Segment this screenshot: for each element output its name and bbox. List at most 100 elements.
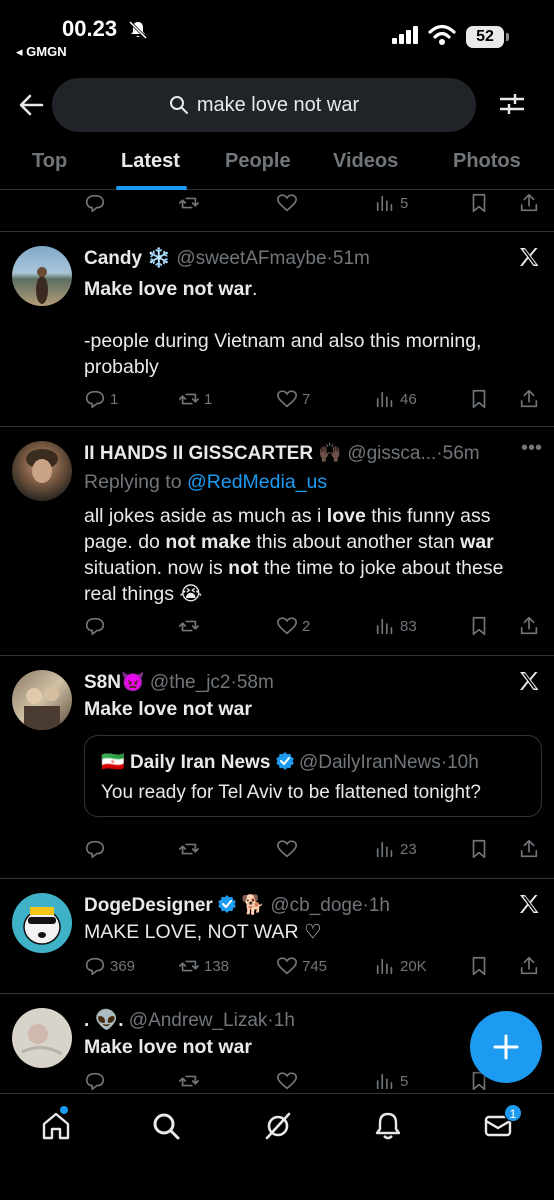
display-name[interactable]: S8N: [84, 672, 121, 693]
compose-post-button[interactable]: [470, 1011, 542, 1083]
avatar[interactable]: [12, 670, 72, 730]
repost-icon: [179, 843, 199, 855]
display-name[interactable]: II HANDS II GISSCARTER: [84, 443, 313, 464]
tweet-card[interactable]: II HANDS II GISSCARTER 🙌🏿 @gissca...·56m…: [0, 427, 554, 656]
reply-button[interactable]: 1: [84, 388, 118, 410]
user-handle[interactable]: @gissca...: [347, 443, 436, 464]
views-chart-icon: [376, 618, 393, 635]
heart-icon: [277, 617, 297, 635]
repost-button[interactable]: [178, 1070, 200, 1092]
repost-button[interactable]: [178, 838, 200, 860]
views-button[interactable]: 23: [374, 838, 417, 860]
quoted-tweet[interactable]: 🇮🇷 Daily Iran News @DailyIranNews·10h Yo…: [84, 735, 542, 817]
filter-sliders-icon[interactable]: [498, 90, 526, 118]
views-button[interactable]: 5: [374, 192, 408, 214]
like-button[interactable]: 745: [276, 955, 327, 977]
share-icon: [520, 956, 538, 975]
reply-button[interactable]: [84, 615, 106, 637]
display-name[interactable]: . 👽.: [84, 1010, 124, 1031]
share-button[interactable]: [518, 388, 540, 410]
views-count: 20K: [400, 957, 427, 975]
tweet-header: II HANDS II GISSCARTER 🙌🏿 @gissca...·56m: [84, 441, 480, 465]
repost-icon: [179, 960, 199, 972]
search-nav-icon[interactable]: [150, 1110, 182, 1142]
share-icon: [520, 616, 538, 635]
like-button[interactable]: [276, 838, 298, 860]
reply-button[interactable]: [84, 838, 106, 860]
views-button[interactable]: 46: [374, 388, 417, 410]
search-query: make love not war: [196, 93, 360, 116]
search-icon: [169, 96, 188, 114]
repost-icon: [179, 197, 199, 209]
reply-button[interactable]: [84, 192, 106, 214]
user-handle[interactable]: @Andrew_Lizak: [129, 1010, 268, 1031]
avatar-photo: [21, 1024, 63, 1056]
tweet-text-part: this about another stan: [250, 531, 461, 553]
share-button[interactable]: [518, 955, 540, 977]
tweet-card[interactable]: S8N👿 @the_jc2·58m Make love not war 🇮🇷 D…: [0, 656, 554, 879]
reply-button[interactable]: [84, 1070, 106, 1092]
tweet-text: MAKE LOVE, NOT WAR ♡: [84, 921, 322, 943]
user-handle[interactable]: @cb_doge: [270, 895, 362, 916]
share-icon: [520, 389, 538, 408]
back-to-app[interactable]: ◂ GMGN: [16, 44, 67, 60]
repost-button[interactable]: 1: [178, 388, 212, 410]
replying-to-handle[interactable]: @RedMedia_us: [187, 471, 327, 493]
like-button[interactable]: 2: [276, 615, 310, 637]
grok-icon[interactable]: [262, 1110, 294, 1142]
repost-button[interactable]: 138: [178, 955, 229, 977]
tweet-header: Candy ❄️ @sweetAFmaybe·51m: [84, 246, 370, 270]
verified-badge-icon: [275, 752, 294, 770]
search-input[interactable]: make love not war: [52, 78, 476, 132]
tweet-header: S8N👿 @the_jc2·58m: [84, 670, 274, 694]
like-button[interactable]: [276, 1070, 298, 1092]
avatar[interactable]: [12, 893, 72, 953]
user-handle[interactable]: @the_jc2: [150, 672, 231, 693]
reply-button[interactable]: 369: [84, 955, 135, 977]
home-icon[interactable]: [40, 1110, 72, 1142]
heart-icon: [277, 840, 297, 858]
bookmark-button[interactable]: [468, 192, 490, 214]
share-button[interactable]: [518, 615, 540, 637]
views-button[interactable]: 20K: [374, 955, 427, 977]
tweet-actions: 5: [84, 1070, 540, 1093]
bookmark-button[interactable]: [468, 838, 490, 860]
like-button[interactable]: 7: [276, 388, 310, 410]
repost-button[interactable]: [178, 615, 200, 637]
avatar[interactable]: [12, 1008, 72, 1068]
tab-top[interactable]: Top: [32, 150, 67, 173]
bookmark-icon: [472, 616, 486, 636]
reply-icon: [85, 617, 105, 636]
avatar-photo: [36, 267, 48, 304]
tweet-card[interactable]: DogeDesigner 🐕 @cb_doge·1h MAKE LOVE, NO…: [0, 879, 554, 994]
quoted-handle: @DailyIranNews: [298, 752, 441, 773]
more-options-icon[interactable]: •••: [521, 437, 542, 460]
views-button[interactable]: 5: [374, 1070, 408, 1092]
like-button[interactable]: [276, 192, 298, 214]
bookmark-button[interactable]: [468, 388, 490, 410]
display-name[interactable]: Candy: [84, 248, 142, 269]
bookmark-icon: [472, 193, 486, 213]
avatar[interactable]: [12, 246, 72, 306]
tab-photos[interactable]: Photos: [453, 150, 521, 173]
share-button[interactable]: [518, 838, 540, 860]
avatar[interactable]: [12, 441, 72, 501]
views-button[interactable]: 83: [374, 615, 417, 637]
bookmark-button[interactable]: [468, 955, 490, 977]
tweet-text-bold: Make love not war: [84, 278, 252, 300]
bookmark-button[interactable]: [468, 615, 490, 637]
tab-latest[interactable]: Latest: [121, 150, 180, 173]
share-button[interactable]: [518, 192, 540, 214]
tweet-actions: 2 83: [84, 615, 540, 639]
user-handle[interactable]: @sweetAFmaybe: [176, 248, 326, 269]
notifications-bell-icon[interactable]: [372, 1110, 404, 1142]
tweet-text-part: all jokes aside as much as i: [84, 505, 327, 527]
back-arrow-icon[interactable]: [18, 92, 44, 118]
tab-videos[interactable]: Videos: [333, 150, 398, 173]
verified-badge-icon: [218, 895, 236, 913]
repost-button[interactable]: [178, 192, 200, 214]
repost-icon: [179, 393, 199, 405]
display-name[interactable]: DogeDesigner: [84, 895, 213, 916]
tweet-card[interactable]: Candy ❄️ @sweetAFmaybe·51m Make love not…: [0, 232, 554, 427]
tab-people[interactable]: People: [225, 150, 291, 173]
